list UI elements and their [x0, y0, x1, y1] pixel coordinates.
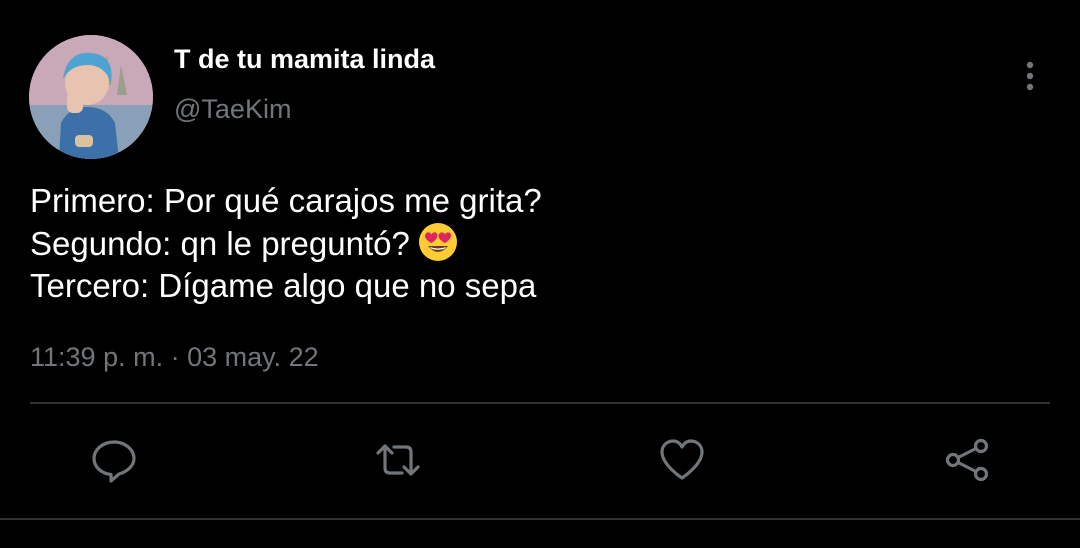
divider	[0, 518, 1080, 520]
more-options-button[interactable]	[1014, 56, 1046, 96]
retweet-icon	[376, 444, 420, 476]
tweet-line-2: Segundo: qn le preguntó?	[30, 225, 410, 262]
reply-icon	[92, 440, 136, 483]
user-handle[interactable]: @TaeKim	[174, 94, 291, 125]
divider	[30, 402, 1050, 404]
tweet-detail: T de tu mamita linda @TaeKim Primero: Po…	[0, 0, 1080, 548]
reply-button[interactable]	[90, 436, 138, 484]
tweet-line-1: Primero: Por qué carajos me grita?	[30, 182, 542, 219]
avatar-image	[29, 35, 153, 159]
display-name[interactable]: T de tu mamita linda	[174, 44, 435, 75]
more-vertical-icon	[1026, 61, 1034, 91]
tweet-timestamp[interactable]: 11:39 p. m. · 03 may. 22	[30, 342, 319, 373]
tweet-text: Primero: Por qué carajos me grita? Segun…	[30, 180, 542, 307]
like-button[interactable]	[658, 436, 706, 484]
share-icon	[945, 438, 989, 482]
heart-eyes-emoji-icon	[418, 222, 458, 262]
retweet-button[interactable]	[374, 436, 422, 484]
tweet-line-2-wrapper: Segundo: qn le preguntó?	[30, 222, 542, 265]
share-button[interactable]	[943, 436, 991, 484]
avatar[interactable]	[29, 35, 153, 159]
tweet-line-3: Tercero: Dígame algo que no sepa	[30, 267, 537, 304]
heart-icon	[660, 439, 704, 480]
